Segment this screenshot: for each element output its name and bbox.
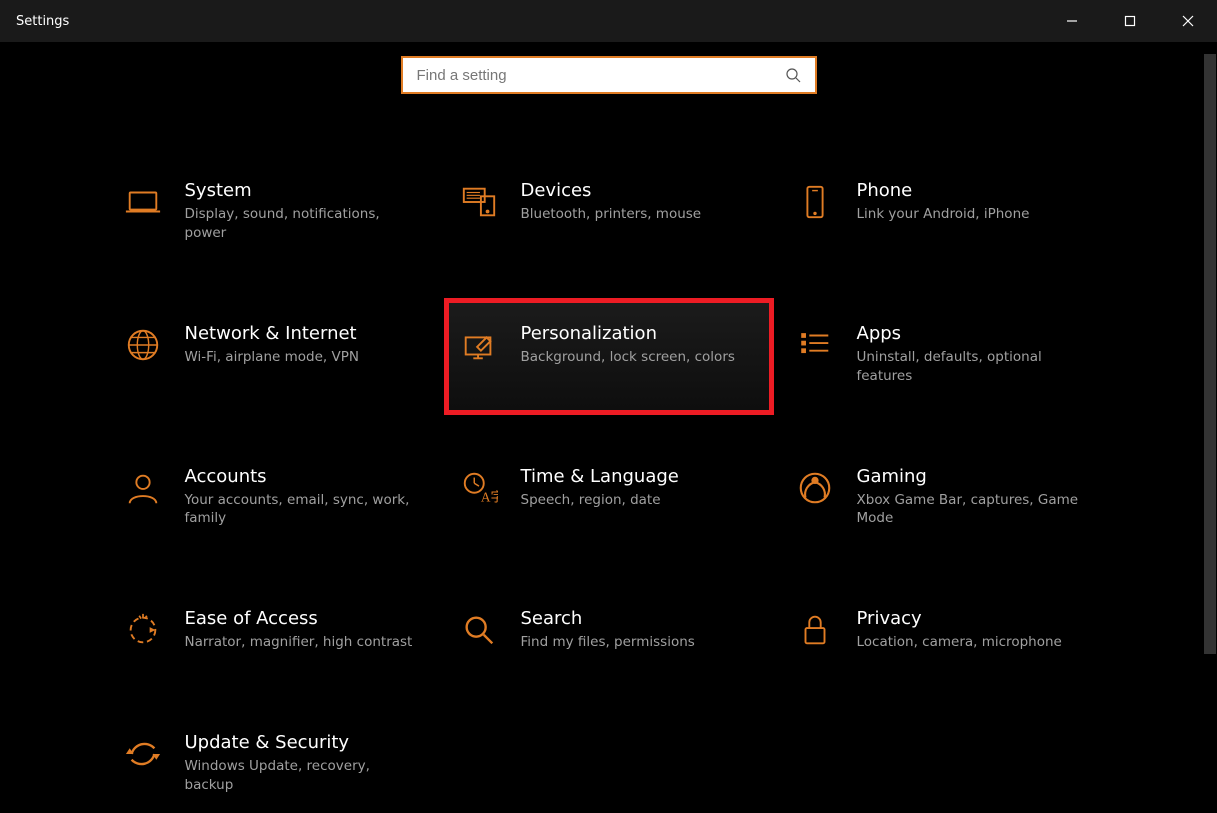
category-desc: Background, lock screen, colors	[521, 348, 759, 367]
globe-icon	[123, 325, 163, 365]
titlebar-left: Settings	[16, 14, 69, 29]
maximize-button[interactable]	[1101, 0, 1159, 42]
gaming-icon	[795, 468, 835, 508]
category-desc: Display, sound, notifications, power	[185, 205, 423, 243]
category-text: Apps Uninstall, defaults, optional featur…	[857, 323, 1095, 386]
category-text: Devices Bluetooth, printers, mouse	[521, 180, 759, 224]
category-desc: Uninstall, defaults, optional features	[857, 348, 1095, 386]
category-desc: Bluetooth, printers, mouse	[521, 205, 759, 224]
category-desc: Your accounts, email, sync, work, family	[185, 491, 423, 529]
category-title: Privacy	[857, 608, 1095, 629]
accounts-icon	[123, 468, 163, 508]
category-title: Accounts	[185, 466, 423, 487]
apps-icon	[795, 325, 835, 365]
category-desc: Narrator, magnifier, high contrast	[185, 633, 423, 652]
category-title: Network & Internet	[185, 323, 423, 344]
minimize-icon	[1066, 15, 1078, 27]
search-container	[0, 56, 1217, 94]
category-time[interactable]: Time & Language Speech, region, date	[449, 458, 769, 541]
category-title: Devices	[521, 180, 759, 201]
category-phone[interactable]: Phone Link your Android, iPhone	[785, 172, 1105, 255]
privacy-icon	[795, 610, 835, 650]
category-update[interactable]: Update & Security Windows Update, recover…	[113, 724, 433, 807]
category-desc: Location, camera, microphone	[857, 633, 1095, 652]
category-title: Personalization	[521, 323, 759, 344]
category-text: Gaming Xbox Game Bar, captures, Game Mode	[857, 466, 1095, 529]
search-input[interactable]	[417, 67, 785, 84]
category-privacy[interactable]: Privacy Location, camera, microphone	[785, 600, 1105, 664]
category-text: Network & Internet Wi-Fi, airplane mode, …	[185, 323, 423, 367]
scrollbar-thumb[interactable]	[1204, 54, 1216, 654]
window-title: Settings	[16, 14, 69, 29]
category-system[interactable]: System Display, sound, notifications, pow…	[113, 172, 433, 255]
search-box[interactable]	[401, 56, 817, 94]
search-icon	[785, 67, 801, 83]
titlebar: Settings	[0, 0, 1217, 42]
ease-of-access-icon	[123, 610, 163, 650]
category-title: Ease of Access	[185, 608, 423, 629]
window-controls	[1043, 0, 1217, 42]
category-title: System	[185, 180, 423, 201]
category-text: Search Find my files, permissions	[521, 608, 759, 652]
category-text: Update & Security Windows Update, recover…	[185, 732, 423, 795]
devices-icon	[459, 182, 499, 222]
category-text: System Display, sound, notifications, pow…	[185, 180, 423, 243]
scrollbar[interactable]	[1203, 42, 1217, 813]
category-desc: Xbox Game Bar, captures, Game Mode	[857, 491, 1095, 529]
category-devices[interactable]: Devices Bluetooth, printers, mouse	[449, 172, 769, 255]
settings-grid: System Display, sound, notifications, pow…	[0, 172, 1217, 807]
category-apps[interactable]: Apps Uninstall, defaults, optional featur…	[785, 315, 1105, 398]
category-search-cat[interactable]: Search Find my files, permissions	[449, 600, 769, 664]
category-text: Time & Language Speech, region, date	[521, 466, 759, 510]
minimize-button[interactable]	[1043, 0, 1101, 42]
search-category-icon	[459, 610, 499, 650]
category-title: Phone	[857, 180, 1095, 201]
content-area: System Display, sound, notifications, pow…	[0, 42, 1217, 807]
time-language-icon	[459, 468, 499, 508]
maximize-icon	[1124, 15, 1136, 27]
update-icon	[123, 734, 163, 774]
category-personalization[interactable]: Personalization Background, lock screen, …	[449, 303, 769, 410]
category-text: Privacy Location, camera, microphone	[857, 608, 1095, 652]
category-desc: Link your Android, iPhone	[857, 205, 1095, 224]
close-button[interactable]	[1159, 0, 1217, 42]
laptop-icon	[123, 182, 163, 222]
category-network[interactable]: Network & Internet Wi-Fi, airplane mode, …	[113, 315, 433, 398]
category-text: Phone Link your Android, iPhone	[857, 180, 1095, 224]
phone-icon	[795, 182, 835, 222]
category-text: Ease of Access Narrator, magnifier, high …	[185, 608, 423, 652]
category-title: Search	[521, 608, 759, 629]
category-ease[interactable]: Ease of Access Narrator, magnifier, high …	[113, 600, 433, 664]
category-desc: Windows Update, recovery, backup	[185, 757, 423, 795]
category-accounts[interactable]: Accounts Your accounts, email, sync, work…	[113, 458, 433, 541]
category-title: Gaming	[857, 466, 1095, 487]
personalization-icon	[459, 325, 499, 365]
category-gaming[interactable]: Gaming Xbox Game Bar, captures, Game Mode	[785, 458, 1105, 541]
category-text: Personalization Background, lock screen, …	[521, 323, 759, 367]
close-icon	[1182, 15, 1194, 27]
category-desc: Speech, region, date	[521, 491, 759, 510]
category-desc: Find my files, permissions	[521, 633, 759, 652]
category-title: Apps	[857, 323, 1095, 344]
category-desc: Wi-Fi, airplane mode, VPN	[185, 348, 423, 367]
category-title: Update & Security	[185, 732, 423, 753]
category-text: Accounts Your accounts, email, sync, work…	[185, 466, 423, 529]
category-title: Time & Language	[521, 466, 759, 487]
